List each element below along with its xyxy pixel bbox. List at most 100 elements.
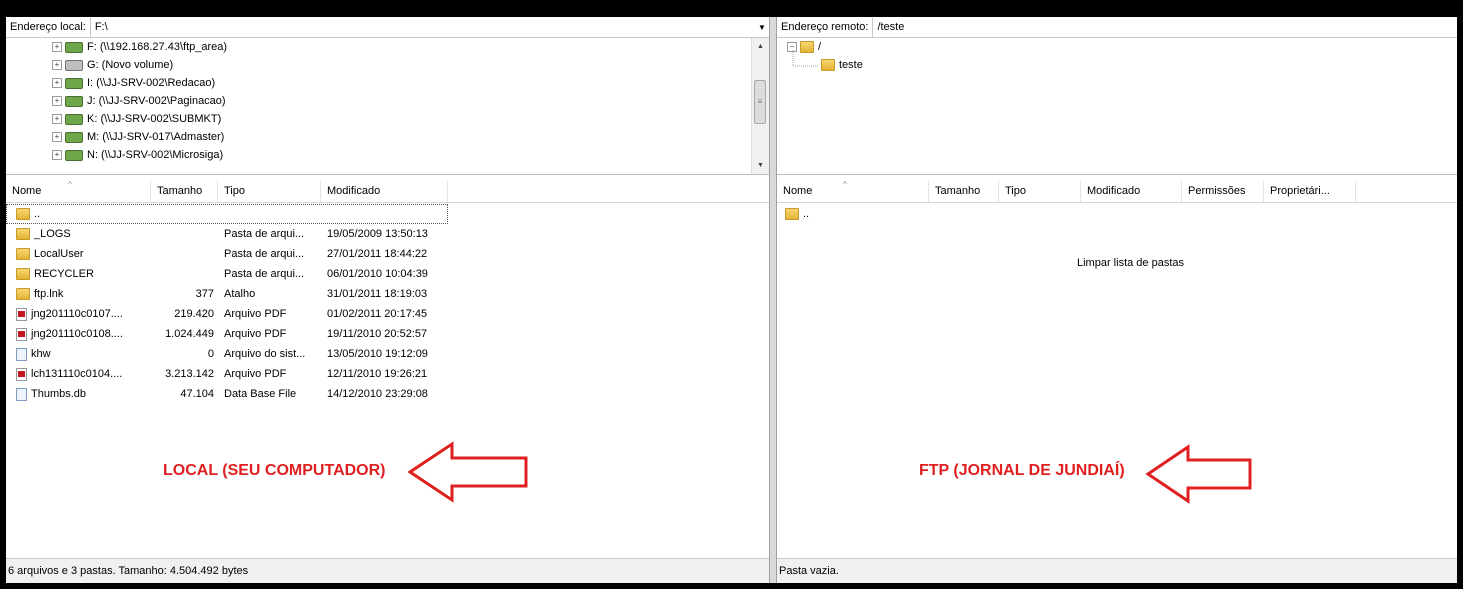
file-type: Arquivo PDF: [224, 308, 287, 320]
file-name: RECYCLER: [34, 268, 94, 280]
column-header-size[interactable]: Tamanho: [151, 181, 218, 202]
table-row[interactable]: RECYCLER Pasta de arqui... 06/01/2010 10…: [6, 264, 448, 284]
local-address-input[interactable]: F:\: [91, 21, 755, 33]
table-row[interactable]: ..: [6, 204, 448, 224]
folder-icon: [16, 228, 30, 241]
tree-item[interactable]: + M: (\\JJ-SRV-017\Admaster): [52, 128, 224, 146]
table-row[interactable]: Thumbs.db 47.104 Data Base File 14/12/20…: [6, 384, 448, 404]
folder-icon: [16, 208, 30, 221]
file-name-cell: Thumbs.db: [16, 384, 151, 404]
expand-icon[interactable]: +: [52, 114, 62, 125]
file-modified: 19/05/2009 13:50:13: [327, 228, 428, 240]
scroll-up-icon[interactable]: ▲: [752, 38, 769, 55]
remote-address-bar: Endereço remoto: /teste: [777, 17, 1457, 38]
column-header-type[interactable]: Tipo: [999, 181, 1081, 202]
chevron-down-icon[interactable]: ▼: [755, 23, 769, 32]
table-row[interactable]: LocalUser Pasta de arqui... 27/01/2011 1…: [6, 244, 448, 264]
local-address-bar: Endereço local: F:\ ▼: [6, 17, 769, 38]
local-pane: Endereço local: F:\ ▼ + F: (\\192.168.27.…: [6, 17, 769, 583]
folder-icon: [821, 59, 835, 72]
table-row[interactable]: jng201110c0108.... 1.024.449 Arquivo PDF…: [6, 324, 448, 344]
table-row[interactable]: jng201110c0107.... 219.420 Arquivo PDF 0…: [6, 304, 448, 324]
tree-item[interactable]: + G: (Novo volume): [52, 56, 173, 74]
table-row[interactable]: _LOGS Pasta de arqui... 19/05/2009 13:50…: [6, 224, 448, 244]
file-name-cell: ..: [16, 204, 156, 224]
expand-icon[interactable]: +: [52, 150, 62, 161]
file-modified: 27/01/2011 18:44:22: [327, 248, 428, 260]
file-name: khw: [31, 348, 51, 360]
tree-item-label: F: (\\192.168.27.43\ftp_area): [87, 41, 228, 53]
tree-item[interactable]: + J: (\\JJ-SRV-002\Paginacao): [52, 92, 226, 110]
tree-item-label: G: (Novo volume): [87, 59, 174, 71]
tree-connector: [792, 50, 819, 67]
tree-item[interactable]: + N: (\\JJ-SRV-002\Microsiga): [52, 146, 223, 164]
file-modified: 19/11/2010 20:52:57: [327, 328, 428, 340]
remote-annotation: FTP (JORNAL DE JUNDIAÍ): [919, 462, 1125, 479]
tree-item[interactable]: + K: (\\JJ-SRV-002\SUBMKT): [52, 110, 221, 128]
file-size: [151, 264, 214, 284]
file-size: 377: [195, 288, 214, 300]
tree-item-label: K: (\\JJ-SRV-002\SUBMKT): [87, 113, 222, 125]
scroll-down-icon[interactable]: ▼: [752, 157, 769, 174]
column-header-type[interactable]: Tipo: [218, 181, 321, 202]
column-header-modified[interactable]: Modificado: [1081, 181, 1182, 202]
column-header-permissions[interactable]: Permissões: [1182, 181, 1264, 202]
tree-item[interactable]: teste: [821, 56, 863, 74]
file-name: ftp.lnk: [34, 288, 64, 300]
file-name-cell: LocalUser: [16, 244, 151, 264]
file-name-cell: lch131110c0104....: [16, 364, 151, 384]
file-type: Arquivo do sist...: [224, 348, 306, 360]
arrow-left-icon: [407, 441, 528, 503]
expand-icon[interactable]: +: [52, 60, 62, 71]
expand-icon[interactable]: +: [52, 96, 62, 107]
tree-item-label: M: (\\JJ-SRV-017\Admaster): [87, 131, 225, 143]
tree-scrollbar[interactable]: ▲ ≡ ▼: [751, 38, 769, 174]
file-name-cell: jng201110c0107....: [16, 304, 151, 324]
file-name: Thumbs.db: [31, 388, 87, 400]
column-header-owner[interactable]: Proprietári...: [1264, 181, 1356, 202]
system-file-icon: [16, 387, 27, 401]
table-row[interactable]: khw 0 Arquivo do sist... 13/05/2010 19:1…: [6, 344, 448, 364]
column-header-size[interactable]: Tamanho: [929, 181, 999, 202]
system-file-icon: [16, 347, 27, 361]
table-row[interactable]: ..: [777, 204, 977, 224]
folder-icon: [16, 288, 30, 301]
file-name-cell: ftp.lnk: [16, 284, 151, 304]
pane-splitter[interactable]: [769, 17, 777, 583]
local-status-bar: 6 arquivos e 3 pastas. Tamanho: 4.504.49…: [6, 558, 769, 583]
network-drive-icon: [65, 149, 83, 161]
arrow-left-icon: [1145, 444, 1252, 504]
local-directory-tree: + F: (\\192.168.27.43\ftp_area) + G: (Novo…: [6, 38, 769, 175]
network-drive-icon: [65, 77, 83, 89]
tree-item-label: teste: [839, 59, 863, 71]
file-name-cell: khw: [16, 344, 151, 364]
pdf-file-icon: [16, 327, 27, 341]
tree-item[interactable]: + I: (\\JJ-SRV-002\Redacao): [52, 74, 215, 92]
scroll-thumb[interactable]: ≡: [754, 80, 766, 124]
file-name-cell: jng201110c0108....: [16, 324, 151, 344]
expand-icon[interactable]: +: [52, 132, 62, 143]
tree-item-label: I: (\\JJ-SRV-002\Redacao): [87, 77, 216, 89]
expand-icon[interactable]: +: [52, 42, 62, 53]
file-name: ..: [803, 208, 810, 220]
file-size: 219.420: [174, 308, 214, 320]
table-row[interactable]: ftp.lnk 377 Atalho 31/01/2011 18:19:03: [6, 284, 448, 304]
file-size: 3.213.142: [165, 368, 214, 380]
pdf-file-icon: [16, 307, 27, 321]
column-header-name[interactable]: Nome: [6, 181, 151, 202]
column-header-name[interactable]: Nome: [777, 181, 929, 202]
clear-folder-list-message[interactable]: Limpar lista de pastas: [1077, 257, 1184, 269]
remote-file-list-header: ^ Nome Tamanho Tipo Modificado Permissõe…: [777, 181, 1457, 203]
network-drive-icon: [65, 41, 83, 53]
column-header-modified[interactable]: Modificado: [321, 181, 448, 202]
table-row[interactable]: lch131110c0104.... 3.213.142 Arquivo PDF…: [6, 364, 448, 384]
file-type: Atalho: [224, 288, 256, 300]
folder-icon: [16, 248, 30, 261]
pdf-file-icon: [16, 367, 27, 381]
network-drive-icon: [65, 95, 83, 107]
file-type: Data Base File: [224, 388, 297, 400]
tree-item[interactable]: + F: (\\192.168.27.43\ftp_area): [52, 38, 227, 56]
remote-address-input[interactable]: /teste: [873, 21, 1457, 33]
file-modified: 06/01/2010 10:04:39: [327, 268, 428, 280]
expand-icon[interactable]: +: [52, 78, 62, 89]
